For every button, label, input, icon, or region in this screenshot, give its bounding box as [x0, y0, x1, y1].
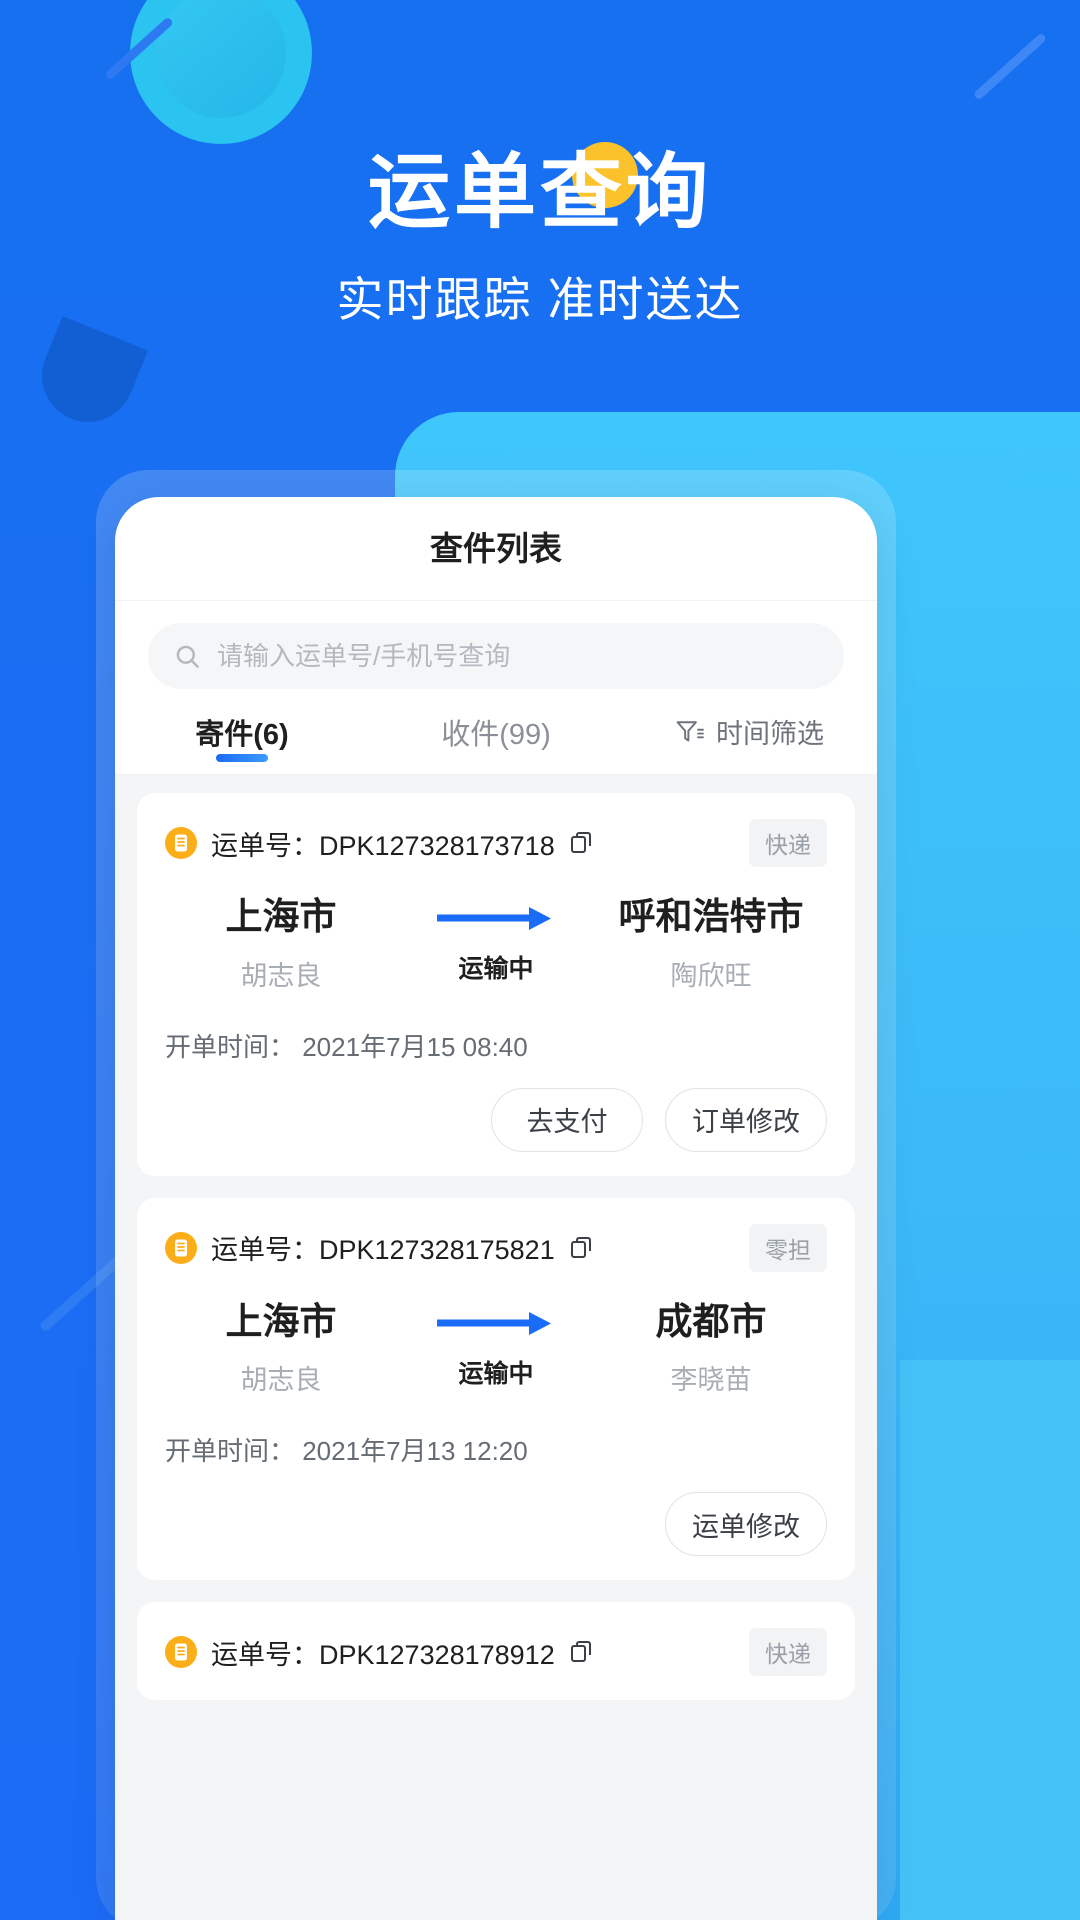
copy-icon[interactable]	[569, 831, 593, 855]
search-input[interactable]	[217, 640, 818, 672]
filter-icon	[676, 719, 704, 745]
page-title: 运单查询	[367, 147, 712, 238]
route-origin: 上海市 胡志良	[165, 896, 397, 993]
status-badge: 快递	[749, 819, 827, 867]
halfmoon-shape	[28, 316, 148, 436]
route-origin: 上海市 胡志良	[165, 1300, 397, 1398]
shipment-status: 运输中	[458, 955, 534, 983]
page-subtitle: 实时跟踪 准时送达	[336, 273, 744, 326]
order-number: 运单号：DPK127328173718	[211, 830, 555, 861]
route-middle: 运输中	[397, 897, 595, 985]
origin-person: 胡志良	[240, 1365, 322, 1396]
origin-city: 上海市	[225, 896, 337, 937]
order-route: 上海市 胡志良 运输中 呼和浩特市 陶欣旺	[165, 896, 827, 993]
copy-icon[interactable]	[569, 1640, 593, 1664]
origin-city: 上海市	[225, 1300, 337, 1342]
route-destination: 成都市 李晓苗	[595, 1300, 827, 1398]
search-box[interactable]	[148, 623, 844, 689]
order-header: 运单号：DPK127328173718 快递	[165, 819, 827, 867]
document-icon	[165, 1231, 197, 1264]
pay-button[interactable]: 去支付	[491, 1087, 643, 1152]
tab-received-label: 收件(99)	[441, 718, 551, 751]
order-actions: 去支付 订单修改	[165, 1087, 827, 1152]
order-actions: 运单修改	[165, 1492, 827, 1557]
order-card[interactable]: 运单号：DPK127328175821 零担 上海市 胡志良 运输中 成都市 李…	[137, 1197, 855, 1581]
destination-person: 李晓苗	[670, 1365, 752, 1396]
time-filter-label: 时间筛选	[716, 719, 824, 749]
tab-bar: 寄件(6) 收件(99) 时间筛选	[115, 689, 877, 775]
origin-person: 胡志良	[240, 960, 322, 991]
tab-sent-label: 寄件(6)	[195, 718, 289, 751]
shipment-status: 运输中	[458, 1359, 534, 1388]
arrow-right-icon	[435, 1310, 555, 1336]
status-badge: 零担	[749, 1223, 827, 1272]
modify-order-button[interactable]: 订单修改	[665, 1087, 827, 1152]
tab-received[interactable]: 收件(99)	[369, 689, 623, 774]
destination-person: 陶欣旺	[670, 960, 752, 991]
order-time: 开单时间： 2021年7月15 08:40	[165, 1031, 528, 1062]
document-icon	[165, 1636, 197, 1669]
order-header: 运单号：DPK127328178912 快递	[165, 1628, 827, 1677]
route-middle: 运输中	[397, 1302, 595, 1390]
search-section	[115, 601, 877, 689]
hero-section: 运单查询 实时跟踪 准时送达	[0, 0, 1080, 326]
destination-city: 呼和浩特市	[618, 896, 804, 937]
order-card[interactable]: 运单号：DPK127328173718 快递 上海市 胡志良 运输中 呼和浩特市…	[137, 793, 855, 1176]
arrow-right-icon	[435, 905, 555, 931]
order-card[interactable]: 运单号：DPK127328178912 快递	[137, 1602, 855, 1701]
destination-city: 成都市	[655, 1300, 767, 1342]
copy-icon[interactable]	[569, 1236, 593, 1260]
status-badge: 快递	[749, 1628, 827, 1677]
cyan-block-shape	[900, 1360, 1080, 1920]
search-icon	[174, 643, 201, 670]
time-filter-button[interactable]: 时间筛选	[623, 712, 877, 751]
order-header: 运单号：DPK127328175821 零担	[165, 1223, 827, 1272]
tab-sent[interactable]: 寄件(6)	[115, 689, 369, 774]
document-icon	[165, 827, 197, 859]
tab-active-indicator	[216, 754, 268, 762]
route-destination: 呼和浩特市 陶欣旺	[595, 896, 827, 993]
phone-panel: 查件列表 寄件(6) 收件(99)	[115, 497, 877, 1920]
order-route: 上海市 胡志良 运输中 成都市 李晓苗	[165, 1300, 827, 1398]
list-title: 查件列表	[115, 497, 877, 601]
order-number: 运单号：DPK127328178912	[211, 1639, 555, 1670]
order-time: 开单时间： 2021年7月13 12:20	[165, 1436, 528, 1467]
order-list[interactable]: 运单号：DPK127328173718 快递 上海市 胡志良 运输中 呼和浩特市…	[115, 775, 877, 1920]
modify-waybill-button[interactable]: 运单修改	[665, 1492, 827, 1557]
order-number: 运单号：DPK127328175821	[211, 1235, 555, 1266]
